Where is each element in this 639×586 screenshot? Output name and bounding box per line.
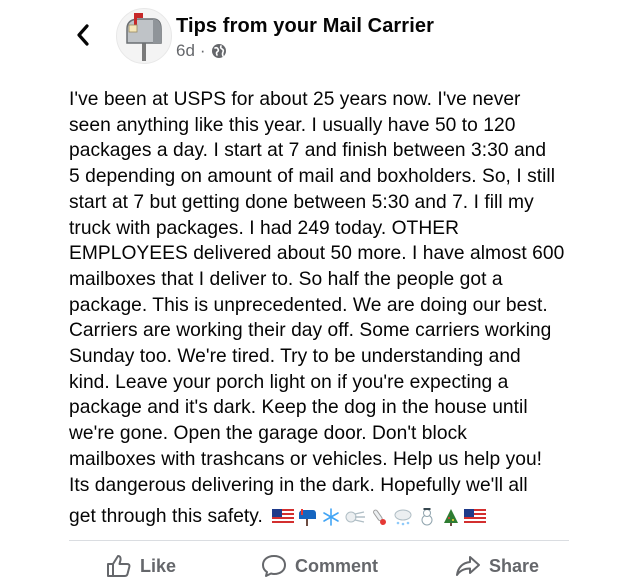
mailbox-icon bbox=[126, 13, 162, 61]
post-line: mailboxes that I deliver to. So half the… bbox=[69, 268, 503, 290]
post-line: packages a day. I start at 7 and finish … bbox=[69, 140, 547, 162]
post-line: Carriers are working their day off. Some… bbox=[69, 320, 552, 342]
emoji-row bbox=[272, 508, 487, 527]
like-button[interactable]: Like bbox=[106, 554, 176, 578]
share-icon bbox=[456, 556, 480, 576]
back-button[interactable] bbox=[70, 22, 96, 48]
chevron-left-icon bbox=[77, 24, 89, 46]
post-line: package. This is unprecedented. We are d… bbox=[69, 294, 548, 316]
meta-separator: · bbox=[199, 41, 206, 60]
post-line: Sunday too. We're tired. Try to be under… bbox=[69, 346, 521, 368]
snow-cloud-emoji bbox=[394, 509, 412, 526]
post-line: 5 depending on amount of mail and boxhol… bbox=[69, 166, 556, 188]
snowman-emoji bbox=[421, 508, 433, 526]
us-flag-emoji bbox=[272, 509, 295, 526]
post-timestamp[interactable]: 6d bbox=[176, 41, 195, 61]
comment-icon bbox=[262, 555, 286, 577]
post-line: start at 7 but getting done between 5:30… bbox=[69, 191, 534, 213]
post-line: truck with packages. I had 249 today. OT… bbox=[69, 217, 459, 239]
post-line: Its dangerous delivering in the dark. Ho… bbox=[69, 474, 528, 496]
share-button[interactable]: Share bbox=[455, 554, 539, 578]
post-line: kind. Leave your porch light on if you'r… bbox=[69, 371, 509, 393]
post-line: EMPLOYEES delivered about 50 more. I hav… bbox=[69, 243, 565, 265]
globe-icon bbox=[211, 44, 226, 58]
post-line-text: get through this safety. bbox=[69, 506, 263, 528]
comment-label: Comment bbox=[295, 555, 379, 576]
christmas-tree-emoji bbox=[444, 509, 459, 527]
us-flag-emoji bbox=[464, 509, 487, 526]
post-last-line: get through this safety. bbox=[69, 504, 569, 530]
mailbox-emoji bbox=[299, 509, 317, 527]
actions-divider bbox=[69, 540, 569, 541]
like-label: Like bbox=[140, 555, 177, 576]
avatar[interactable] bbox=[116, 8, 172, 64]
post-line: I've been at USPS for about 25 years now… bbox=[69, 89, 521, 110]
post-meta: 6d · bbox=[176, 41, 227, 61]
post-text: I've been at USPS for about 25 years now… bbox=[69, 87, 569, 530]
thermometer-emoji bbox=[373, 509, 387, 526]
page-name[interactable]: Tips from your Mail Carrier bbox=[176, 15, 434, 38]
post-line: mailboxes with trashcans or vehicles. He… bbox=[69, 448, 543, 470]
thumbs-up-icon bbox=[107, 555, 131, 577]
comment-button[interactable]: Comment bbox=[261, 554, 378, 578]
post-line: seen anything like this year. I usually … bbox=[69, 114, 516, 136]
post-line: package and it's dark. Keep the dog in t… bbox=[69, 397, 528, 419]
post-line: we're gone. Open the garage door. Don't … bbox=[69, 423, 467, 445]
post-actions-bar: Like Comment Share bbox=[0, 548, 639, 586]
wind-emoji bbox=[345, 511, 366, 523]
share-label: Share bbox=[489, 555, 540, 576]
post-header: Tips from your Mail Carrier 6d · bbox=[0, 0, 639, 80]
snowflake-emoji bbox=[323, 508, 340, 526]
